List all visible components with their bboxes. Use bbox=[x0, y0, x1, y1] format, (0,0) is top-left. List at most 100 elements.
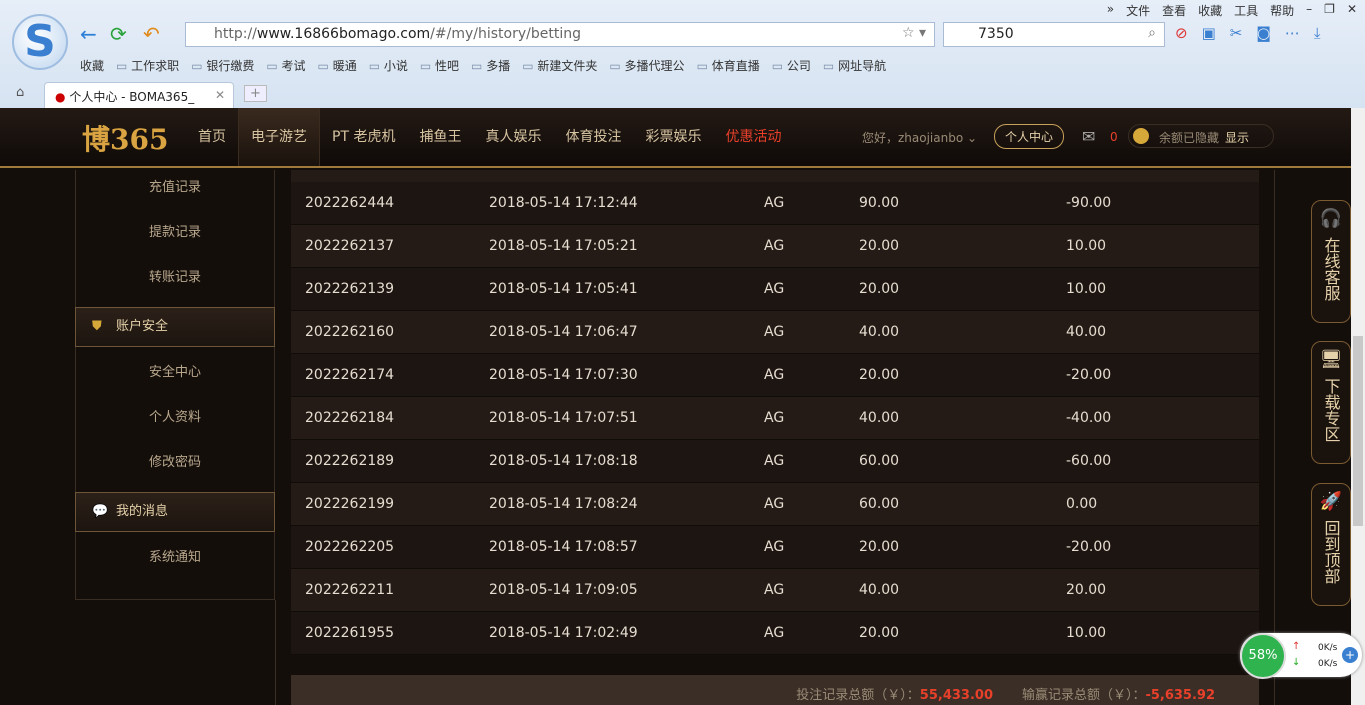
home-icon[interactable]: ⌂ bbox=[16, 85, 24, 100]
online-service-button[interactable]: 🎧 在线客服 bbox=[1311, 200, 1351, 323]
speed-widget[interactable]: 58% ↑ ↓ 0K/s 0K/s + bbox=[1240, 633, 1362, 679]
bookmark[interactable]: 性吧 bbox=[420, 57, 459, 74]
download-icon[interactable]: ⤓ bbox=[1314, 24, 1321, 42]
sidebar-item-withdraw-records[interactable]: 提款记录 bbox=[76, 215, 274, 260]
nav-home[interactable]: 首页 bbox=[186, 108, 238, 166]
table-row: 2022262444 2018-05-14 17:12:44 AG 90.00 -90.… bbox=[291, 182, 1259, 225]
main-nav: 首页 电子游艺 PT 老虎机 捕鱼王 真人娱乐 体育投注 彩票娱乐 优惠活动 bbox=[186, 108, 793, 166]
url-prefix: http:// bbox=[214, 26, 257, 42]
bet-total-label: 投注记录总额（￥）： bbox=[796, 688, 920, 703]
sidebar-item-transfer-records[interactable]: 转账记录 bbox=[76, 260, 274, 305]
menu-help[interactable]: 帮助 bbox=[1270, 2, 1294, 19]
close-window-icon[interactable]: ✕ bbox=[1347, 2, 1357, 19]
win-loss: 10.00 bbox=[1066, 625, 1107, 641]
nav-lottery[interactable]: 彩票娱乐 bbox=[633, 108, 713, 166]
menu-favorites[interactable]: 收藏 bbox=[1198, 2, 1222, 19]
platform: AG bbox=[764, 539, 785, 555]
bookmark[interactable]: 暖通 bbox=[318, 57, 357, 74]
scrollbar[interactable] bbox=[1351, 108, 1365, 705]
bookmark[interactable]: 考试 bbox=[266, 57, 306, 74]
nav-egames[interactable]: 电子游艺 bbox=[238, 108, 320, 166]
platform: AG bbox=[764, 367, 785, 383]
tab-active[interactable]: ● 个人中心 - BOMA365_ ✕ bbox=[44, 82, 234, 108]
order-id: 2022262199 bbox=[305, 496, 395, 512]
bookmark[interactable]: 多播 bbox=[471, 57, 510, 74]
close-tab-icon[interactable]: ✕ bbox=[215, 88, 225, 102]
bookmark[interactable]: 小说 bbox=[369, 57, 408, 74]
platform: AG bbox=[764, 410, 785, 426]
table-row: 2022261955 2018-05-14 17:02:49 AG 20.00 10.0… bbox=[291, 612, 1259, 655]
win-loss: -20.00 bbox=[1066, 539, 1112, 555]
bet-amount: 40.00 bbox=[859, 410, 900, 426]
show-balance-button[interactable]: 显示 bbox=[1225, 129, 1249, 146]
favorites-button[interactable]: 收藏 bbox=[80, 57, 104, 74]
adblock-icon[interactable]: ⊘ bbox=[1175, 24, 1188, 42]
search-input[interactable]: 7350 ⌕ bbox=[943, 22, 1165, 47]
bet-time: 2018-05-14 17:07:30 bbox=[489, 367, 638, 383]
back-to-top-button[interactable]: 🚀 回到顶部 bbox=[1311, 483, 1351, 606]
bookmark[interactable]: 体育直播 bbox=[697, 57, 760, 74]
restore-icon[interactable]: ❐ bbox=[1324, 2, 1335, 19]
browser-menu: » 文件 查看 收藏 工具 帮助 – ❐ ✕ bbox=[1107, 2, 1357, 19]
balance-box: 余额已隐藏 显示 bbox=[1128, 124, 1274, 148]
menu-tools[interactable]: 工具 bbox=[1234, 2, 1258, 19]
bookmark[interactable]: 银行缴费 bbox=[191, 57, 254, 74]
chevron-down-icon: ⌄ bbox=[967, 131, 978, 145]
user-greeting[interactable]: 您好，zhaojianbo ⌄ bbox=[862, 129, 977, 146]
sidebar-item-profile[interactable]: 个人资料 bbox=[76, 400, 274, 445]
table-row: 2022262160 2018-05-14 17:06:47 AG 40.00 40.0… bbox=[291, 311, 1259, 354]
site-logo[interactable]: 博365 bbox=[82, 118, 168, 158]
sidebar-item-security-center[interactable]: 安全中心 bbox=[76, 355, 274, 400]
browser-chrome: S » 文件 查看 收藏 工具 帮助 – ❐ ✕ ← ⟳ ↶ http://ww… bbox=[0, 0, 1365, 108]
bookmark[interactable]: 新建文件夹 bbox=[522, 57, 597, 74]
nav-live[interactable]: 真人娱乐 bbox=[473, 108, 553, 166]
platform: AG bbox=[764, 582, 785, 598]
order-id: 2022262139 bbox=[305, 281, 395, 297]
bet-time: 2018-05-14 17:05:41 bbox=[489, 281, 638, 297]
download-label: 下载专区 bbox=[1321, 378, 1341, 442]
bookmark[interactable]: 网址导航 bbox=[823, 57, 886, 74]
menu-more[interactable]: » bbox=[1107, 2, 1114, 19]
nav-sports[interactable]: 体育投注 bbox=[553, 108, 633, 166]
sidebar-head-label: 我的消息 bbox=[116, 504, 169, 519]
table-row: 2022262184 2018-05-14 17:07:51 AG 40.00 -40.… bbox=[291, 397, 1259, 440]
undo-icon[interactable]: ↶ bbox=[143, 22, 160, 46]
sidebar-head-messages[interactable]: 💬 我的消息 bbox=[75, 492, 275, 532]
order-id: 2022262137 bbox=[305, 238, 395, 254]
sidebar-item-deposit-records[interactable]: 充值记录 bbox=[76, 170, 274, 215]
sidebar-item-change-password[interactable]: 修改密码 bbox=[76, 445, 274, 490]
sidebar-item-system-notices[interactable]: 系统通知 bbox=[76, 540, 274, 585]
new-tab-button[interactable]: + bbox=[244, 85, 267, 102]
back-icon[interactable]: ← bbox=[80, 22, 97, 46]
plus-icon[interactable]: + bbox=[1342, 647, 1358, 663]
sidebar-head-account-security[interactable]: ⛊ 账户安全 bbox=[75, 307, 275, 347]
search-icon[interactable]: ⌕ bbox=[1148, 25, 1156, 41]
shield-icon: ⛊ bbox=[92, 319, 102, 334]
scrollbar-thumb[interactable] bbox=[1353, 336, 1363, 526]
star-icon[interactable]: ☆ ▾ bbox=[902, 25, 926, 41]
bet-time: 2018-05-14 17:08:24 bbox=[489, 496, 638, 512]
bookmark[interactable]: 公司 bbox=[772, 57, 811, 74]
mail-icon[interactable]: ✉ bbox=[1082, 127, 1095, 146]
extension-icon[interactable]: ▣ bbox=[1202, 24, 1216, 42]
minimize-icon[interactable]: – bbox=[1306, 2, 1312, 19]
scissors-icon[interactable]: ✂ bbox=[1230, 24, 1243, 42]
address-bar[interactable]: http://www.16866bomago.com/#/my/history/… bbox=[185, 22, 935, 47]
bookmark[interactable]: 工作求职 bbox=[116, 57, 179, 74]
menu-file[interactable]: 文件 bbox=[1126, 2, 1150, 19]
more-icon[interactable]: ⋯ bbox=[1285, 24, 1300, 42]
nav-pt-slots[interactable]: PT 老虎机 bbox=[320, 108, 407, 166]
chat-icon: 💬 bbox=[92, 504, 109, 519]
screenshot-icon[interactable]: ◙ bbox=[1256, 24, 1271, 42]
bet-time: 2018-05-14 17:12:44 bbox=[489, 195, 638, 211]
download-button[interactable]: 🖥 下载专区 bbox=[1311, 341, 1351, 464]
personal-center-button[interactable]: 个人中心 bbox=[994, 124, 1065, 149]
bet-amount: 20.00 bbox=[859, 539, 900, 555]
refresh-icon[interactable]: ⟳ bbox=[110, 22, 127, 46]
nav-promotions[interactable]: 优惠活动 bbox=[713, 108, 793, 166]
nav-fishing[interactable]: 捕鱼王 bbox=[407, 108, 473, 166]
bookmark[interactable]: 多播代理公 bbox=[609, 57, 685, 74]
menu-view[interactable]: 查看 bbox=[1162, 2, 1186, 19]
divider bbox=[1274, 170, 1275, 705]
table-top bbox=[291, 170, 1259, 182]
